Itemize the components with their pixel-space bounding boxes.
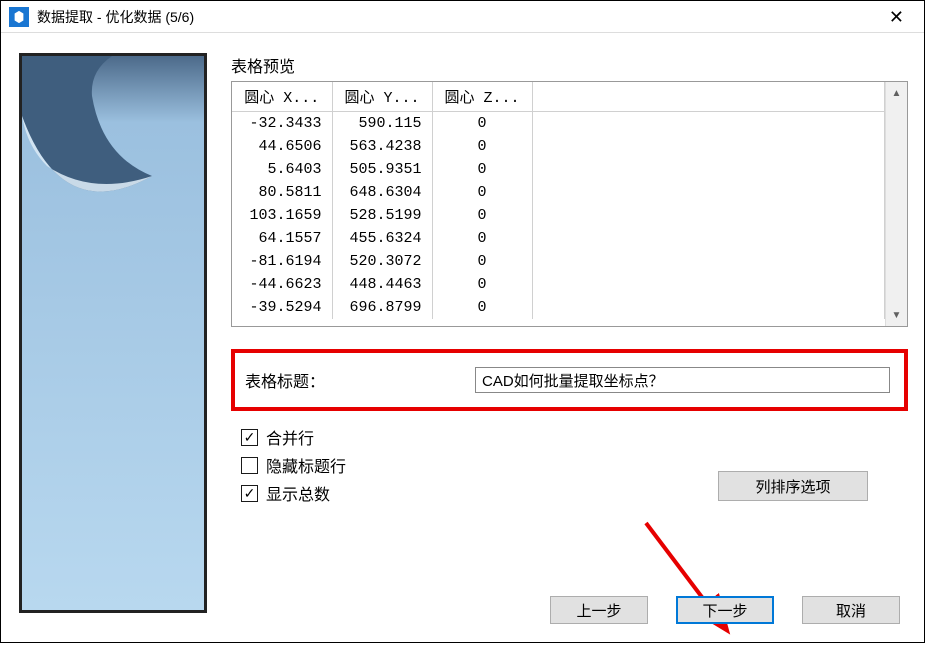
cell-y: 505.9351 (332, 158, 432, 181)
wizard-graphic (19, 53, 207, 613)
cell-x: -32.3433 (232, 112, 332, 136)
table-row[interactable]: 64.1557455.63240 (232, 227, 885, 250)
cell-z: 0 (432, 227, 532, 250)
scrollbar[interactable]: ▲ ▼ (885, 82, 907, 326)
cell-y: 590.115 (332, 112, 432, 136)
cell-x: 103.1659 (232, 204, 332, 227)
cell-y: 528.5199 (332, 204, 432, 227)
cell-z: 0 (432, 296, 532, 319)
next-button[interactable]: 下一步 (676, 596, 774, 624)
data-table: 圆心 X... 圆心 Y... 圆心 Z... -32.3433590.1150… (232, 82, 885, 319)
table-row[interactable]: 44.6506563.42380 (232, 135, 885, 158)
cell-z: 0 (432, 204, 532, 227)
cell-y: 563.4238 (332, 135, 432, 158)
table-row[interactable]: -44.6623448.44630 (232, 273, 885, 296)
merge-rows-checkbox[interactable]: 合并行 (241, 425, 908, 449)
scroll-down-icon[interactable]: ▼ (886, 304, 907, 326)
cell-x: -39.5294 (232, 296, 332, 319)
cell-x: 44.6506 (232, 135, 332, 158)
cell-y: 455.6324 (332, 227, 432, 250)
cell-x: 5.6403 (232, 158, 332, 181)
table-row[interactable]: 5.6403505.93510 (232, 158, 885, 181)
window-title: 数据提取 - 优化数据 (5/6) (37, 7, 877, 27)
close-icon[interactable]: ✕ (877, 8, 916, 26)
cell-z: 0 (432, 135, 532, 158)
table-row[interactable]: -81.6194520.30720 (232, 250, 885, 273)
title-bar: 数据提取 - 优化数据 (5/6) ✕ (1, 1, 924, 33)
cell-z: 0 (432, 112, 532, 136)
table-title-row: 表格标题： (231, 349, 908, 411)
column-header[interactable]: 圆心 Y... (332, 82, 432, 112)
checkbox-label: 合并行 (266, 425, 314, 449)
cell-y: 648.6304 (332, 181, 432, 204)
table-title-input[interactable] (475, 367, 890, 393)
checkbox-icon (241, 457, 258, 474)
table-row[interactable]: 103.1659528.51990 (232, 204, 885, 227)
cell-z: 0 (432, 181, 532, 204)
cell-x: 80.5811 (232, 181, 332, 204)
checkbox-icon (241, 429, 258, 446)
scroll-up-icon[interactable]: ▲ (886, 82, 907, 104)
wizard-nav: 上一步 下一步 取消 (550, 596, 900, 624)
table-title-label: 表格标题： (245, 368, 325, 392)
cell-x: -81.6194 (232, 250, 332, 273)
column-header[interactable]: 圆心 X... (232, 82, 332, 112)
cell-y: 520.3072 (332, 250, 432, 273)
table-row[interactable]: 80.5811648.63040 (232, 181, 885, 204)
cell-z: 0 (432, 158, 532, 181)
prev-button[interactable]: 上一步 (550, 596, 648, 624)
cancel-button[interactable]: 取消 (802, 596, 900, 624)
column-sort-button[interactable]: 列排序选项 (718, 471, 868, 501)
checkbox-label: 显示总数 (266, 481, 330, 505)
checkbox-label: 隐藏标题行 (266, 453, 346, 477)
table-preview-label: 表格预览 (231, 53, 908, 77)
annotation-arrow-icon (628, 515, 748, 645)
table-preview: 圆心 X... 圆心 Y... 圆心 Z... -32.3433590.1150… (231, 81, 908, 327)
table-row[interactable]: -39.5294696.87990 (232, 296, 885, 319)
cell-y: 448.4463 (332, 273, 432, 296)
cell-z: 0 (432, 273, 532, 296)
column-header-empty (532, 82, 885, 112)
checkbox-icon (241, 485, 258, 502)
app-icon (9, 7, 29, 27)
cell-x: -44.6623 (232, 273, 332, 296)
table-row[interactable]: -32.3433590.1150 (232, 112, 885, 136)
cell-z: 0 (432, 250, 532, 273)
cell-y: 696.8799 (332, 296, 432, 319)
column-header[interactable]: 圆心 Z... (432, 82, 532, 112)
cell-x: 64.1557 (232, 227, 332, 250)
